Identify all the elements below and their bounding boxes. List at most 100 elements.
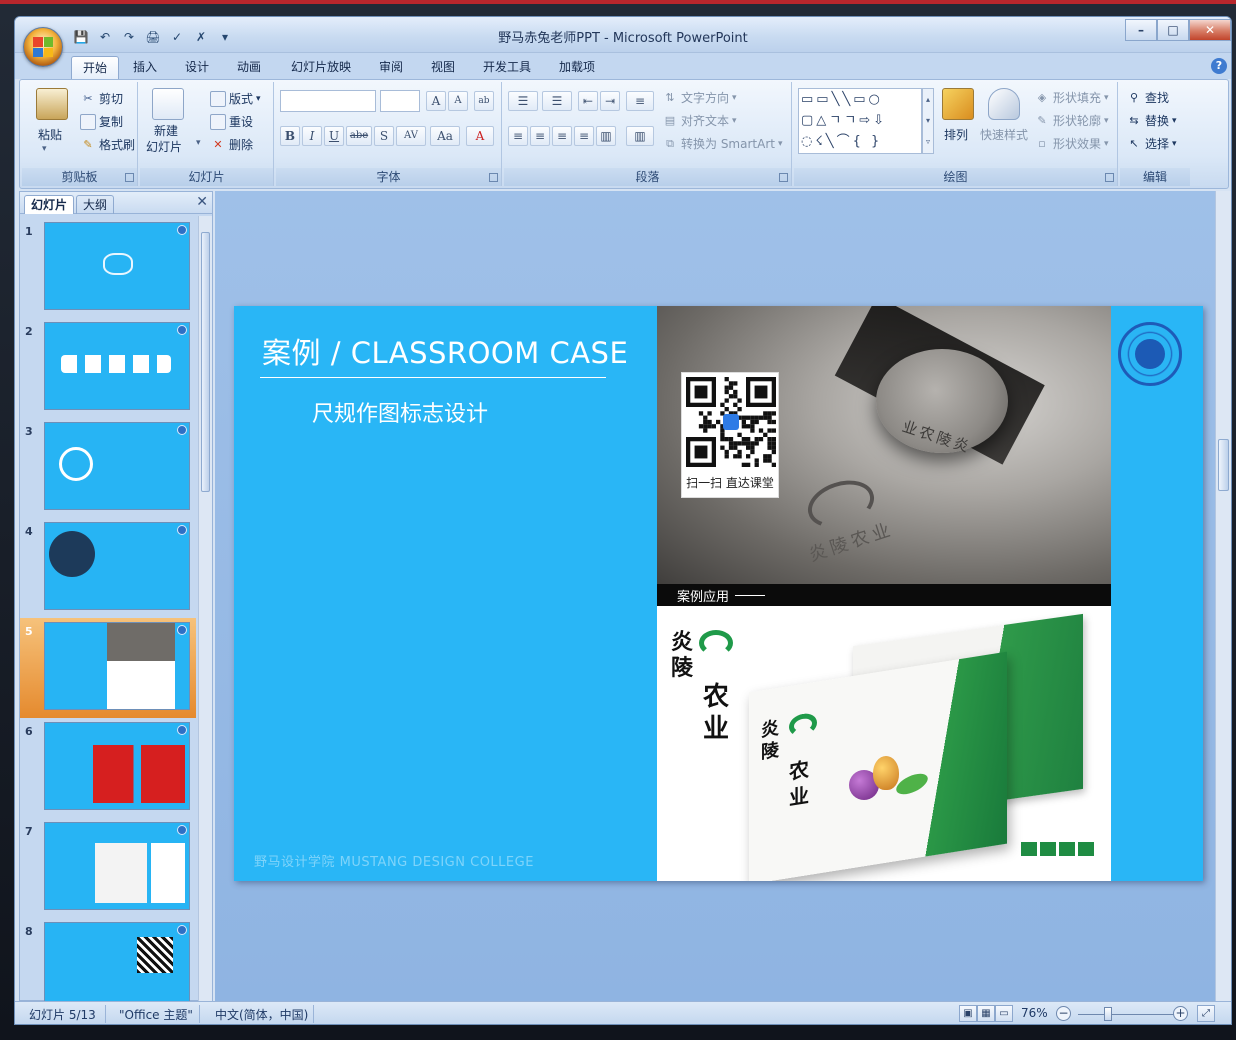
office-button[interactable] <box>23 27 63 67</box>
underline-button[interactable]: U <box>324 126 344 146</box>
stamp-photo[interactable]: 业农陵炎 炎陵农业 扫一扫 直达课堂 <box>657 306 1111 584</box>
justify-icon[interactable]: ≡ <box>574 126 594 146</box>
arrange-button[interactable]: 排列 <box>944 126 968 143</box>
new-slide-icon[interactable] <box>152 88 184 120</box>
shrink-font-button[interactable]: A <box>448 91 468 111</box>
slide-thumbnail-4[interactable]: 4 <box>20 518 196 618</box>
arrange-icon[interactable] <box>942 88 974 120</box>
slide-sorter-view-icon[interactable]: ▦ <box>977 1005 995 1022</box>
zoom-slider[interactable] <box>1078 1014 1178 1015</box>
normal-view-icon[interactable]: ▣ <box>959 1005 977 1022</box>
font-color-button[interactable]: A <box>466 126 494 146</box>
new-slide-label-1[interactable]: 新建 <box>154 122 178 139</box>
align-center-icon[interactable]: ≡ <box>530 126 550 146</box>
change-case-button[interactable]: Aa <box>430 126 460 146</box>
shape-fill-button[interactable]: ◈ 形状填充 ▾ <box>1034 89 1109 106</box>
slideshow-view-icon[interactable]: ▭ <box>995 1005 1013 1022</box>
zoom-slider-thumb[interactable] <box>1104 1007 1113 1021</box>
thumbnails-scrollbar[interactable] <box>198 216 212 1002</box>
new-slide-label-2[interactable]: 幻灯片 <box>146 138 182 155</box>
font-launcher-icon[interactable] <box>489 173 498 182</box>
thumbnails-scroll-thumb[interactable] <box>201 232 210 492</box>
slide-thumbnail-8[interactable]: 8 <box>20 918 196 1002</box>
smartart-button[interactable]: ⧉ 转换为 SmartArt ▾ <box>662 135 782 152</box>
italic-button[interactable]: I <box>302 126 322 146</box>
numbering-icon[interactable]: ☰ <box>542 91 572 111</box>
tab-review[interactable]: 审阅 <box>371 56 411 79</box>
delete-slide-button[interactable]: ✕ 删除 <box>210 136 253 153</box>
tab-addins[interactable]: 加载项 <box>551 56 603 79</box>
text-direction-button[interactable]: ⇅ 文字方向 ▾ <box>662 89 736 106</box>
tab-slides-pane[interactable]: 幻灯片 <box>24 195 75 214</box>
decrease-indent-icon[interactable]: ⇤ <box>578 91 598 111</box>
theme-name[interactable]: "Office 主题" <box>119 1006 193 1023</box>
shapes-gallery[interactable]: ▭▭╲╲▭○ ▢△ㄱㄱ⇨⇩ ◌☇╲⌒{ } <box>798 88 922 154</box>
align-left-icon[interactable]: ≡ <box>508 126 528 146</box>
language[interactable]: 中文(简体，中国) <box>215 1006 308 1023</box>
slide-thumbnail-5[interactable]: 5 <box>20 618 196 718</box>
strikethrough-button[interactable]: abe <box>346 126 372 146</box>
increase-indent-icon[interactable]: ⇥ <box>600 91 620 111</box>
shape-effects-button[interactable]: ▫ 形状效果 ▾ <box>1034 135 1108 152</box>
shadow-button[interactable]: S <box>374 126 394 146</box>
slide-thumbnail-6[interactable]: 6 <box>20 718 196 818</box>
slide-subtitle[interactable]: 尺规作图标志设计 <box>312 396 488 428</box>
tab-insert[interactable]: 插入 <box>125 56 165 79</box>
tab-animations[interactable]: 动画 <box>229 56 269 79</box>
minimize-button[interactable]: – <box>1125 19 1157 41</box>
reset-button[interactable]: 重设 <box>210 113 253 130</box>
quick-styles-button[interactable]: 快速样式 <box>980 126 1028 143</box>
quick-styles-icon[interactable] <box>988 88 1020 120</box>
font-name-input[interactable] <box>280 90 376 112</box>
main-scroll-thumb[interactable] <box>1218 439 1229 491</box>
bullets-icon[interactable]: ☰ <box>508 91 538 111</box>
close-pane-icon[interactable]: ✕ <box>196 194 208 210</box>
slide-title[interactable]: 案例 / CLASSROOM CASE <box>262 330 628 372</box>
tab-slideshow[interactable]: 幻灯片放映 <box>283 56 359 79</box>
main-scrollbar[interactable] <box>1215 191 1231 1001</box>
paste-dropdown-icon[interactable]: ▾ <box>42 144 47 154</box>
drawing-launcher-icon[interactable] <box>1105 173 1114 182</box>
tab-developer[interactable]: 开发工具 <box>475 56 539 79</box>
paragraph-launcher-icon[interactable] <box>779 173 788 182</box>
paste-icon[interactable] <box>36 88 68 120</box>
new-slide-dropdown-icon[interactable]: ▾ <box>196 138 201 148</box>
fit-to-window-icon[interactable]: ⤢ <box>1197 1005 1215 1022</box>
slide-thumbnail-2[interactable]: 2 <box>20 318 196 418</box>
cut-button[interactable]: ✂ 剪切 <box>80 90 123 107</box>
zoom-in-icon[interactable]: + <box>1173 1006 1188 1021</box>
close-button[interactable]: ✕ <box>1189 19 1231 41</box>
clear-format-icon[interactable]: ab <box>474 91 494 111</box>
slide-thumbnail-3[interactable]: 3 <box>20 418 196 518</box>
tab-view[interactable]: 视图 <box>423 56 463 79</box>
format-painter-button[interactable]: ✎ 格式刷 <box>80 136 135 153</box>
current-slide[interactable]: 案例 / CLASSROOM CASE 尺规作图标志设计 野马设计学院 MUST… <box>234 306 1203 881</box>
zoom-level[interactable]: 76% <box>1021 1006 1048 1020</box>
grow-font-button[interactable]: A <box>426 91 446 111</box>
find-button[interactable]: ⚲ 查找 <box>1126 89 1169 106</box>
slide-thumbnail-1[interactable]: 1 <box>20 218 196 318</box>
columns-icon[interactable]: ▥ <box>626 126 654 146</box>
slide-footer[interactable]: 野马设计学院 MUSTANG DESIGN COLLEGE <box>254 851 534 870</box>
char-spacing-button[interactable]: AV <box>396 126 426 146</box>
shapes-scroll[interactable]: ▴ ▾ ▿ <box>922 88 934 154</box>
tab-design[interactable]: 设计 <box>177 56 217 79</box>
maximize-button[interactable]: □ <box>1157 19 1189 41</box>
copy-button[interactable]: 复制 <box>80 113 123 130</box>
tab-home[interactable]: 开始 <box>71 56 119 79</box>
line-spacing-icon[interactable]: ≡ <box>626 91 654 111</box>
bold-button[interactable]: B <box>280 126 300 146</box>
product-photo[interactable]: 炎 陵 农 业 炎 陵 农 业 <box>657 606 1111 881</box>
tab-outline-pane[interactable]: 大纲 <box>76 195 115 214</box>
qr-code[interactable]: 扫一扫 直达课堂 <box>681 372 779 498</box>
select-button[interactable]: ↖ 选择 ▾ <box>1126 135 1176 152</box>
distribute-icon[interactable]: ▥ <box>596 126 616 146</box>
align-text-button[interactable]: ▤ 对齐文本 ▾ <box>662 112 737 129</box>
replace-button[interactable]: ⇆ 替换 ▾ <box>1126 112 1176 129</box>
paste-button[interactable]: 粘贴 <box>38 126 62 143</box>
shape-outline-button[interactable]: ✎ 形状轮廓 ▾ <box>1034 112 1108 129</box>
slide-thumbnail-7[interactable]: 7 <box>20 818 196 918</box>
font-size-input[interactable] <box>380 90 420 112</box>
help-icon[interactable]: ? <box>1211 58 1227 74</box>
zoom-out-icon[interactable]: − <box>1056 1006 1071 1021</box>
